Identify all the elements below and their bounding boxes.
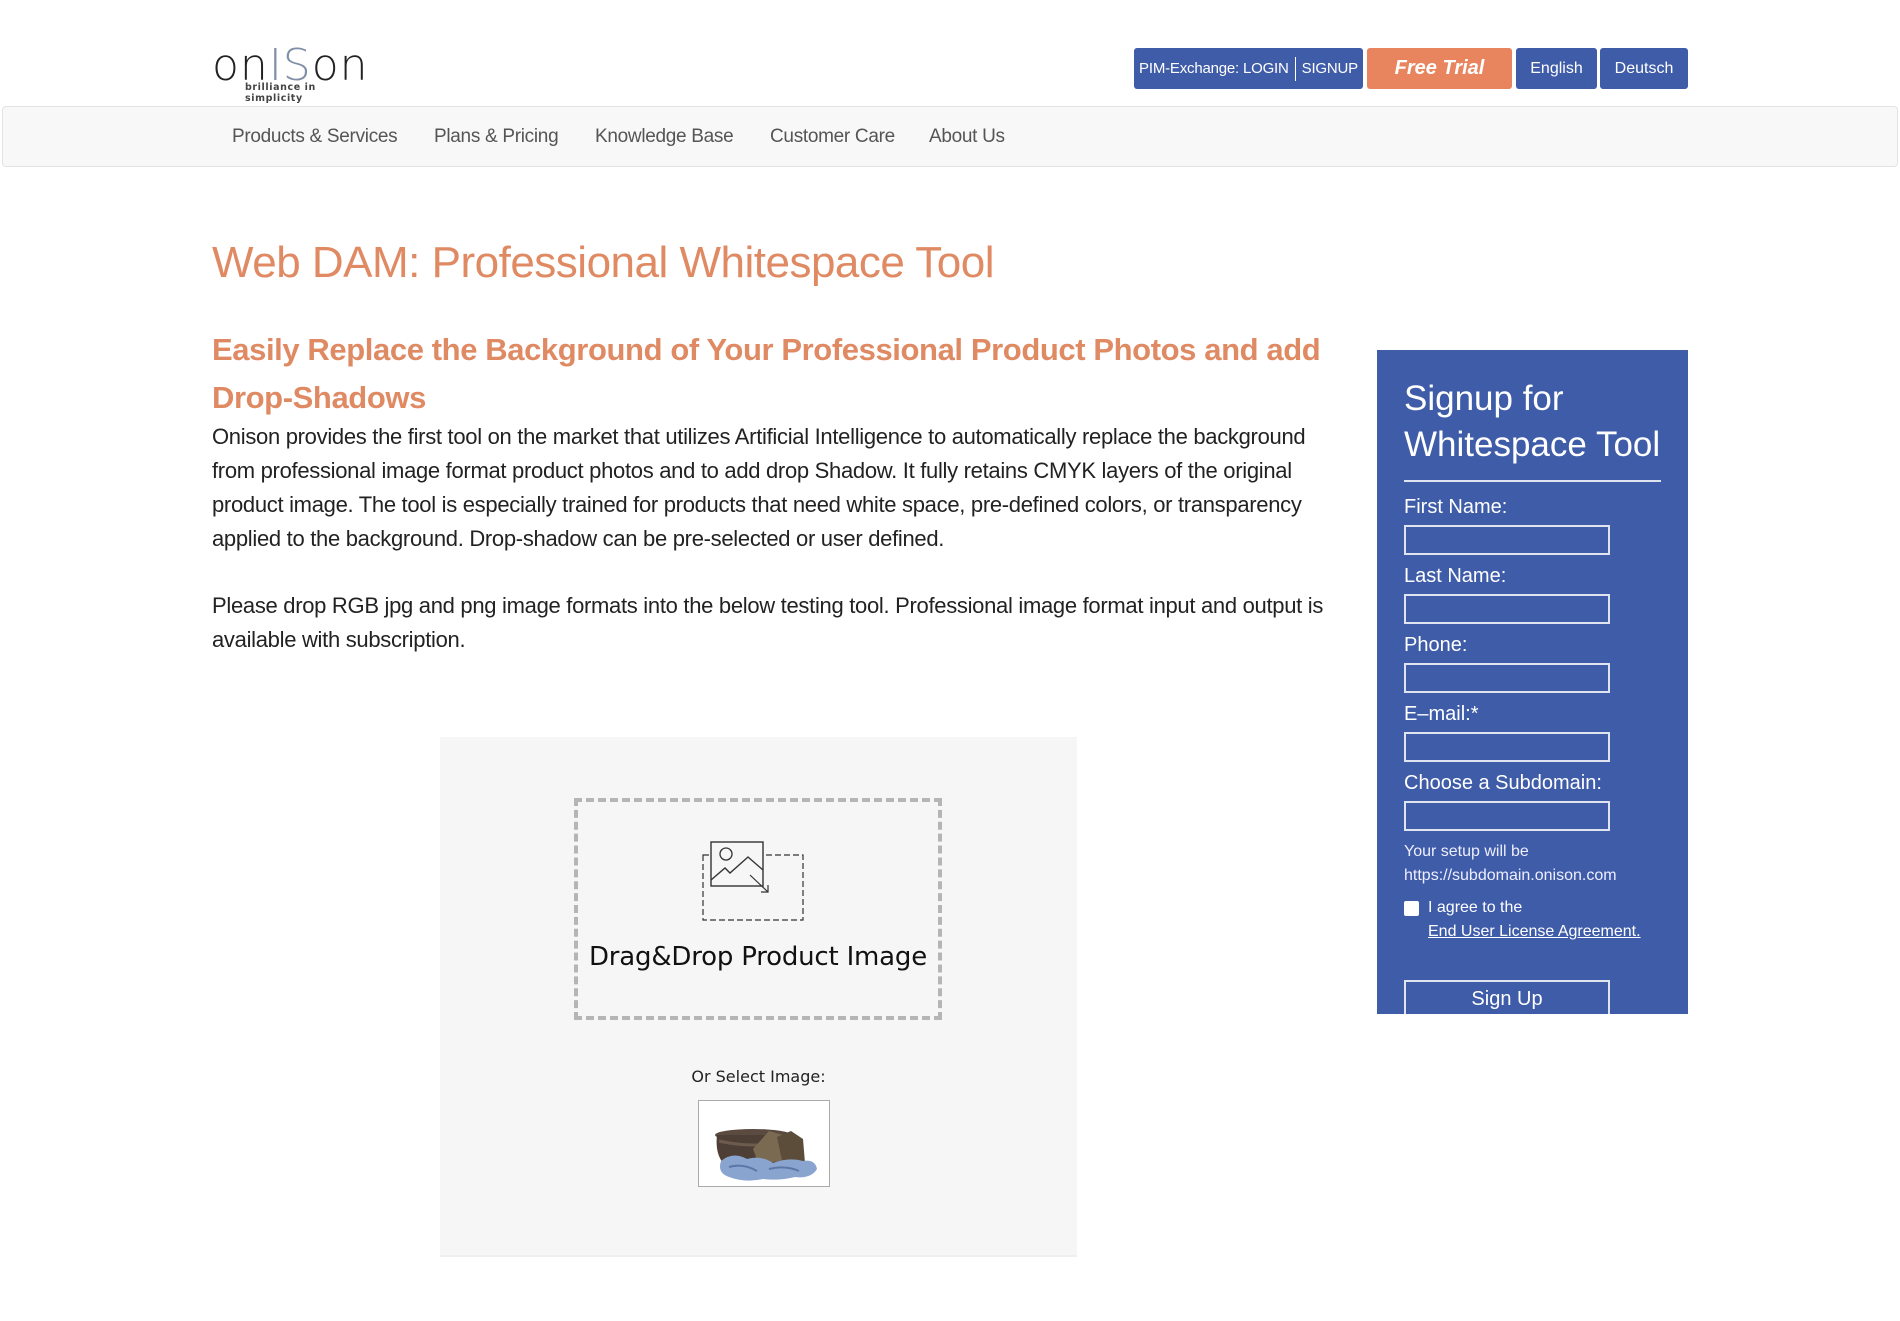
subdomain-note: Your setup will be https://subdomain.oni… [1404, 840, 1617, 888]
first-name-label: First Name: [1404, 496, 1508, 518]
free-trial-button[interactable]: Free Trial [1367, 48, 1512, 89]
agree-text: I agree to the [1428, 899, 1523, 916]
sample-image-thumbnail[interactable] [698, 1100, 830, 1187]
pim-signup-link[interactable]: SIGNUP [1302, 60, 1359, 77]
pim-login-link[interactable]: PIM-Exchange: LOGIN [1139, 60, 1289, 77]
page-title: Web DAM: Professional Whitespace Tool [212, 238, 995, 287]
subdomain-note-line1: Your setup will be [1404, 843, 1529, 860]
select-image-label: Or Select Image: [691, 1067, 826, 1086]
email-label: E–mail:* [1404, 703, 1479, 725]
nav-item-plans-pricing[interactable]: Plans & Pricing [434, 126, 559, 148]
agree-checkbox[interactable] [1404, 901, 1419, 916]
logo-tagline: brilliance in simplicity [245, 82, 316, 104]
language-english-button[interactable]: English [1516, 48, 1597, 89]
phone-field[interactable] [1404, 663, 1610, 693]
signup-title: Signup for Whitespace Tool [1404, 379, 1661, 464]
last-name-field[interactable] [1404, 594, 1610, 624]
nav-item-customer-care[interactable]: Customer Care [770, 126, 895, 148]
nav-item-knowledge-base[interactable]: Knowledge Base [595, 126, 734, 148]
language-deutsch-button[interactable]: Deutsch [1600, 48, 1688, 89]
whitespace-testing-tool: Drag&Drop Product Image Or Select Image: [440, 737, 1077, 1257]
phone-label: Phone: [1404, 634, 1468, 656]
nav-item-about-us[interactable]: About Us [929, 126, 1005, 148]
logo-wordmark: onISon [212, 40, 369, 91]
nav-item-products-services[interactable]: Products & Services [232, 126, 398, 148]
sample-product-image [715, 1129, 817, 1181]
signup-panel: Signup for Whitespace Tool First Name: L… [1377, 350, 1688, 1014]
last-name-label: Last Name: [1404, 565, 1507, 587]
image-drag-icon [702, 841, 804, 921]
onison-logo[interactable]: onISon brilliance in simplicity [212, 40, 377, 105]
subdomain-label: Choose a Subdomain: [1404, 772, 1602, 794]
pim-exchange-button: PIM-Exchange: LOGIN SIGNUP [1134, 48, 1363, 89]
eula-link[interactable]: End User License Agreement. [1428, 923, 1641, 941]
divider [1404, 480, 1661, 482]
first-name-field[interactable] [1404, 525, 1610, 555]
dropzone-label: Drag&Drop Product Image [588, 942, 928, 972]
intro-paragraph: Onison provides the first tool on the ma… [212, 424, 1306, 551]
email-field[interactable] [1404, 732, 1610, 762]
subdomain-field[interactable] [1404, 801, 1610, 831]
image-dropzone[interactable]: Drag&Drop Product Image [574, 798, 942, 1020]
main-navigation: Products & Services Plans & Pricing Know… [2, 106, 1898, 167]
page-subtitle: Easily Replace the Background of Your Pr… [212, 332, 1321, 415]
divider [1294, 56, 1296, 81]
subdomain-note-url: https://subdomain.onison.com [1404, 867, 1617, 884]
instructions-paragraph: Please drop RGB jpg and png image format… [212, 593, 1324, 652]
sign-up-button[interactable]: Sign Up [1404, 980, 1610, 1014]
